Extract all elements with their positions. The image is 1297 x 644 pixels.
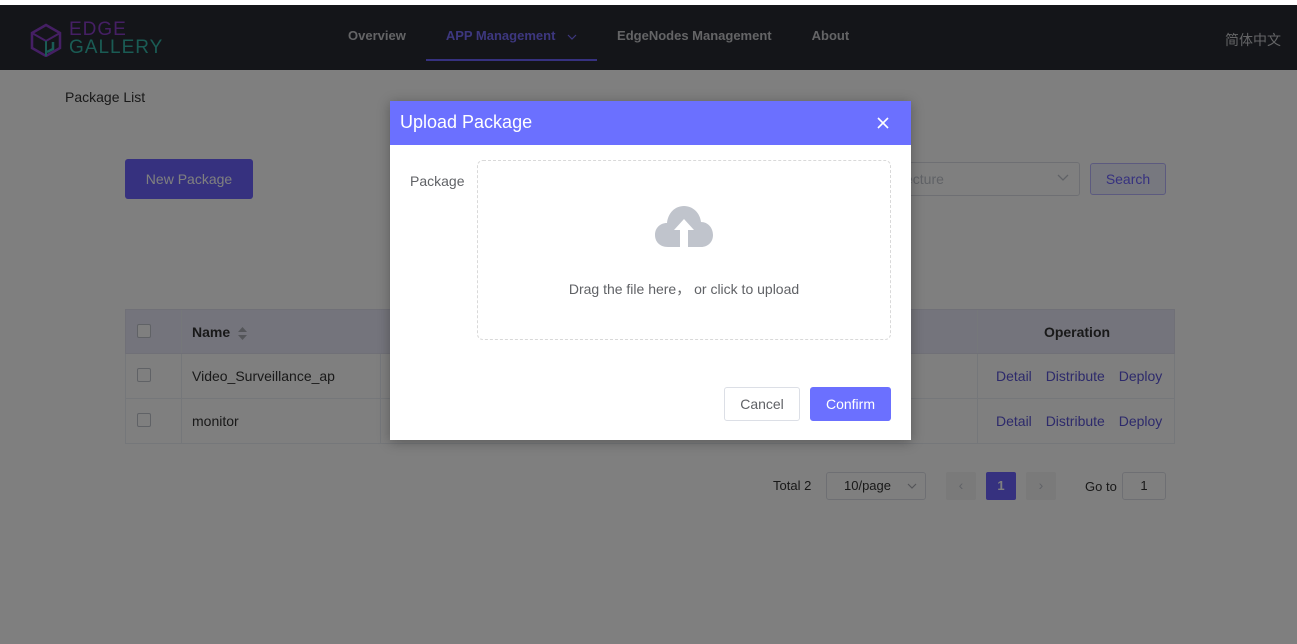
confirm-button[interactable]: Confirm bbox=[810, 387, 891, 421]
dialog-title: Upload Package bbox=[400, 112, 533, 132]
package-field-label: Package bbox=[410, 173, 465, 189]
cloud-upload-icon bbox=[655, 206, 713, 247]
upload-dropzone[interactable]: Drag the file here， or click to upload bbox=[477, 160, 891, 340]
close-icon[interactable] bbox=[875, 115, 891, 131]
app-root: EDGE GALLERY Overview APP Management Edg… bbox=[0, 0, 1297, 644]
dialog-header: Upload Package bbox=[390, 101, 911, 145]
upload-package-dialog: Upload Package Package Drag the file her… bbox=[390, 101, 911, 440]
cancel-button[interactable]: Cancel bbox=[724, 387, 800, 421]
upload-hint-text: Drag the file here， or click to upload bbox=[568, 281, 800, 297]
